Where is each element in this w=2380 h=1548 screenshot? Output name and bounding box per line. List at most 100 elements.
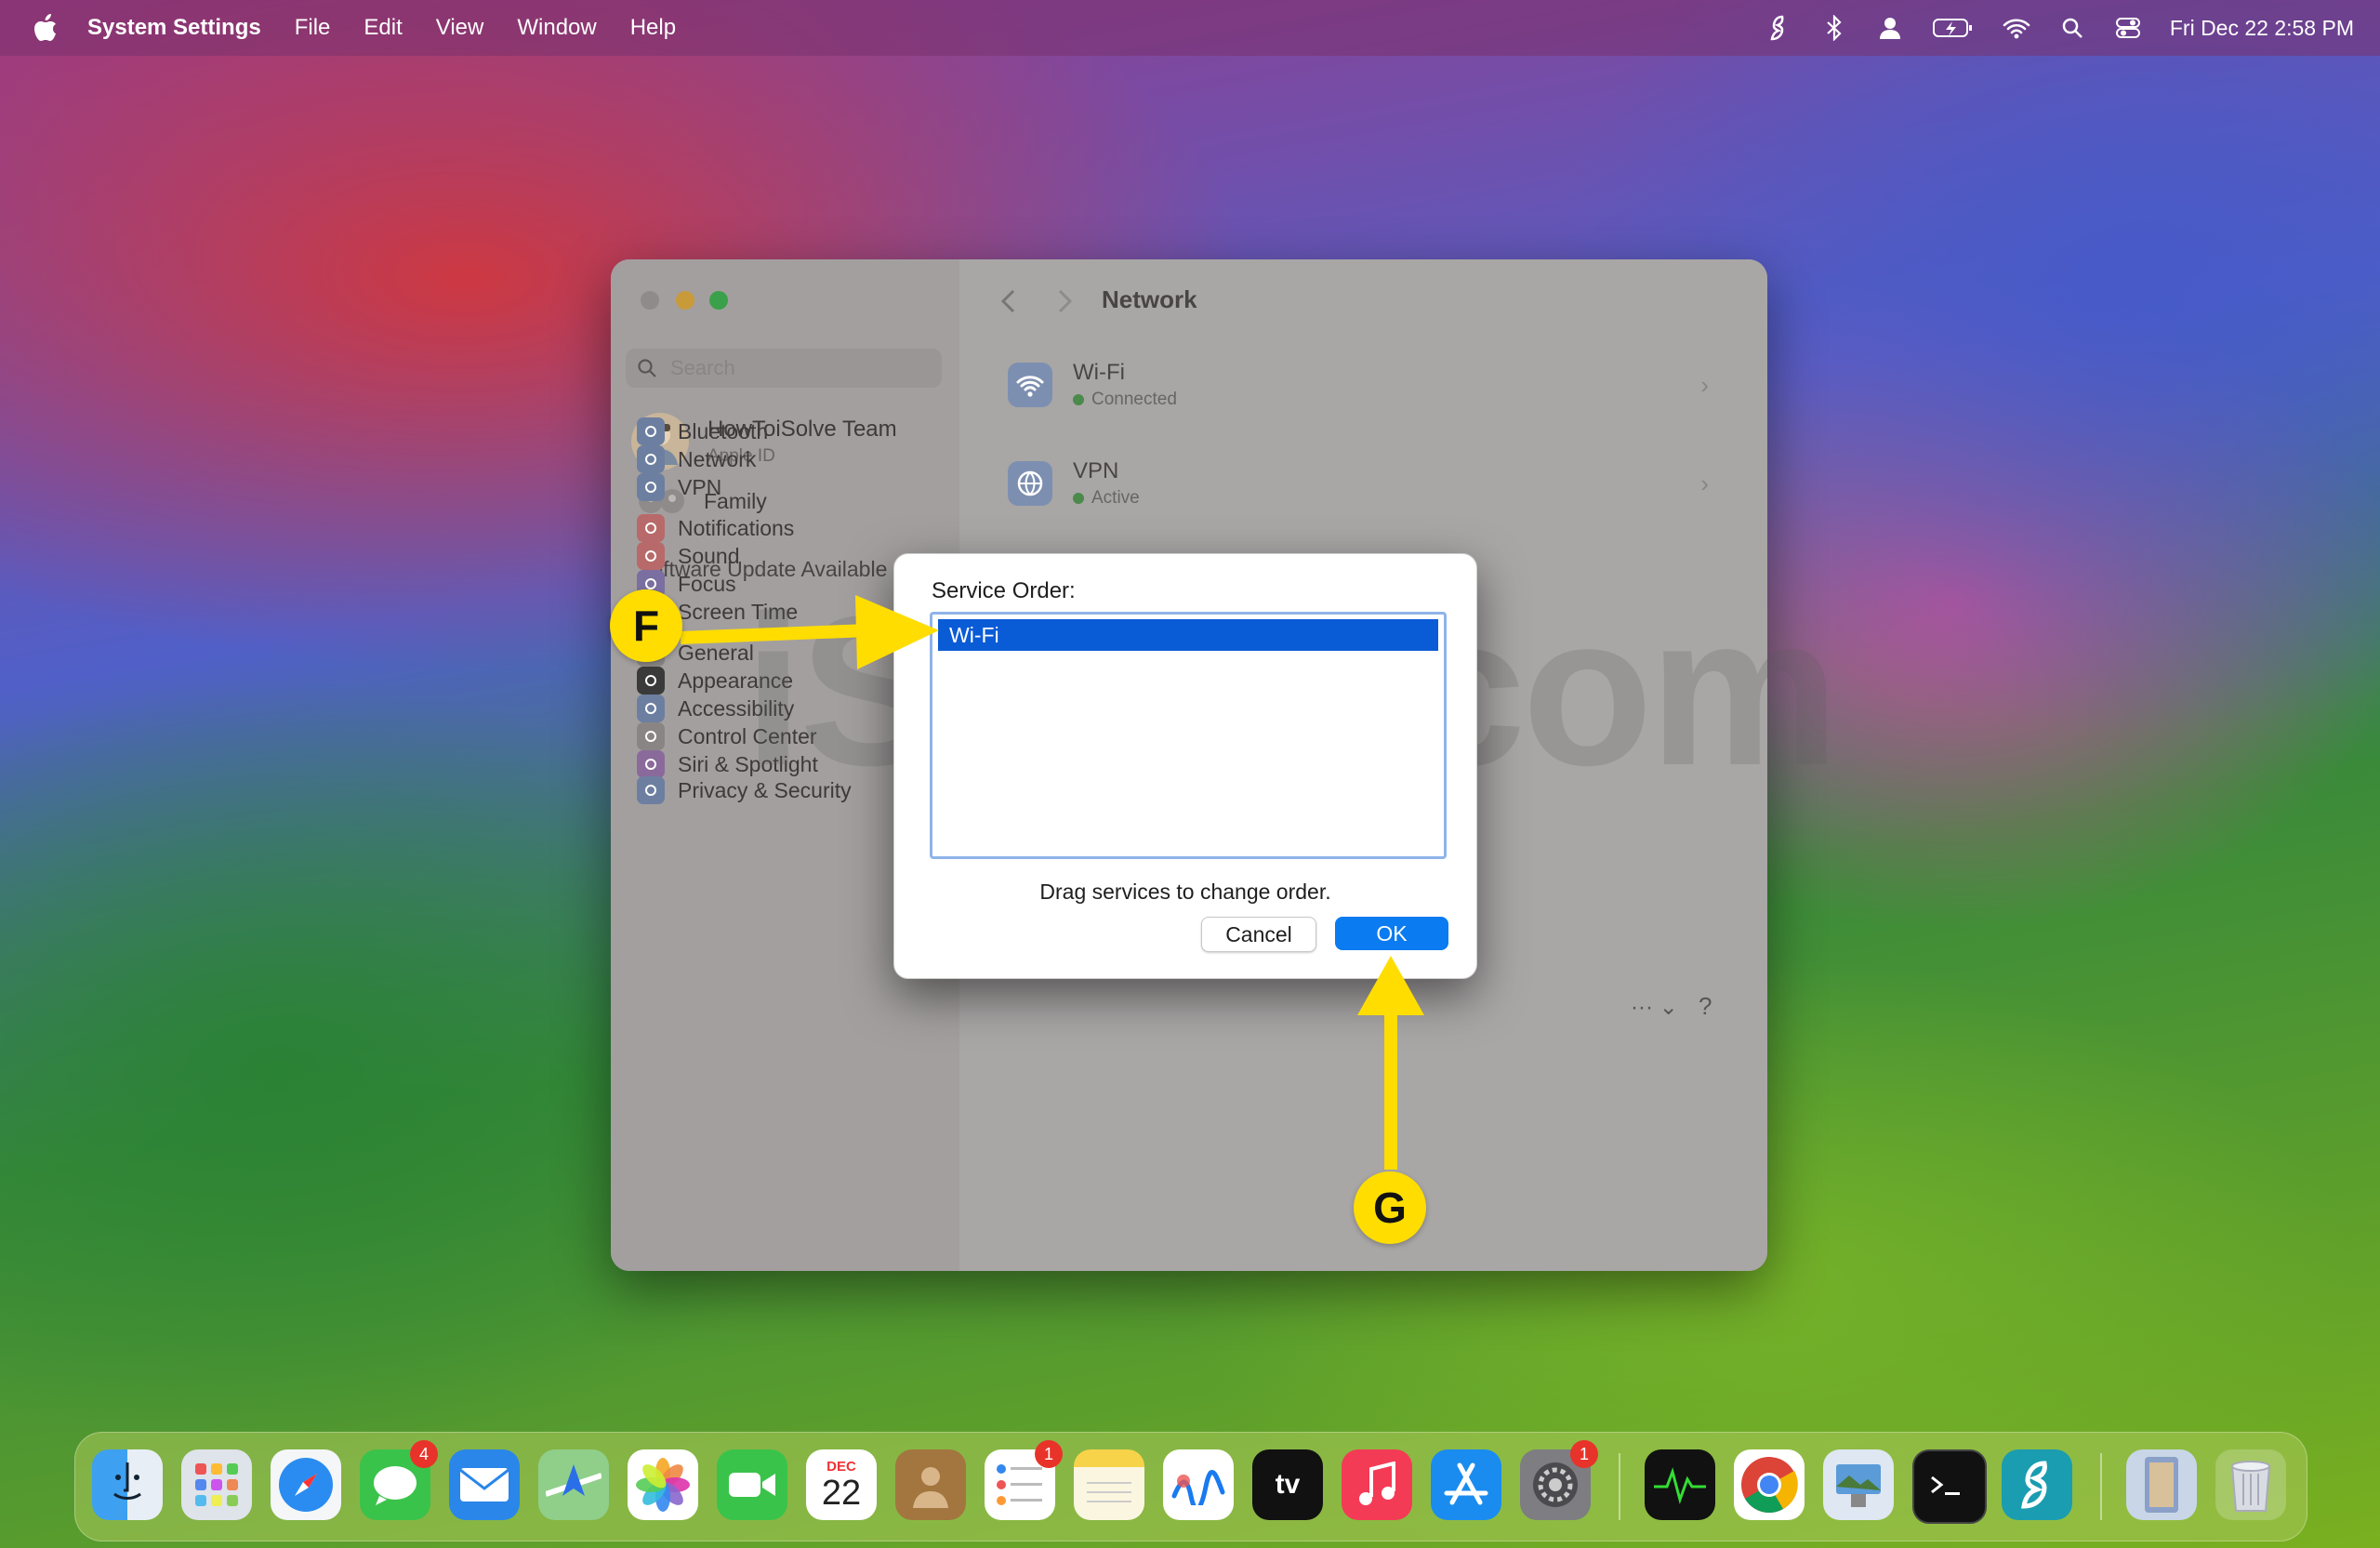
- service-list[interactable]: Wi-Fi: [930, 612, 1447, 859]
- sidebar-item-accessibility[interactable]: Accessibility: [637, 695, 794, 722]
- chrome-icon[interactable]: [1734, 1449, 1805, 1520]
- help-button[interactable]: ?: [1699, 992, 1712, 1021]
- status-text: Connected: [1091, 390, 1177, 409]
- dock-separator: [1619, 1453, 1620, 1520]
- sidebar-item-label: Focus: [678, 571, 736, 596]
- surfshark-icon[interactable]: [2002, 1449, 2072, 1520]
- menu-file[interactable]: File: [295, 15, 331, 41]
- downloads-stack-icon[interactable]: [2126, 1449, 2197, 1520]
- surfshark-status-icon[interactable]: [1765, 14, 1792, 42]
- sidebar-item-sound[interactable]: Sound: [637, 542, 740, 570]
- sidebar-item-notifications[interactable]: Notifications: [637, 514, 794, 542]
- wifi-status-icon[interactable]: [2003, 14, 2030, 42]
- network-row-label: VPN: [1073, 458, 1119, 483]
- notes-icon[interactable]: [1074, 1449, 1144, 1520]
- ok-button[interactable]: OK: [1335, 917, 1448, 950]
- activity-monitor-icon[interactable]: [1645, 1449, 1715, 1520]
- status-dot: [1073, 493, 1084, 504]
- accessibility-icon: [637, 695, 665, 722]
- music-icon[interactable]: [1342, 1449, 1412, 1520]
- apple-menu-icon[interactable]: [33, 14, 58, 42]
- sidebar-search-field[interactable]: Search: [626, 349, 942, 388]
- sidebar-item-control-center[interactable]: Control Center: [637, 722, 817, 750]
- dialog-title: Service Order:: [932, 578, 1076, 603]
- network-row-status: Active: [1073, 488, 1140, 509]
- more-actions-button[interactable]: ··· ⌄: [1631, 994, 1678, 1021]
- service-list-item-wifi[interactable]: Wi-Fi: [938, 619, 1438, 651]
- vpn-icon: [1008, 461, 1052, 506]
- sidebar-item-appearance[interactable]: Appearance: [637, 667, 793, 695]
- service-order-dialog: Service Order: Wi-Fi Drag services to ch…: [893, 553, 1477, 979]
- back-arrow-icon[interactable]: [997, 287, 1021, 315]
- facetime-icon[interactable]: [717, 1449, 787, 1520]
- minimize-window-button[interactable]: [676, 291, 694, 310]
- cancel-button[interactable]: Cancel: [1201, 917, 1316, 952]
- sidebar-item-label: Sound: [678, 543, 740, 568]
- status-dot: [1073, 394, 1084, 405]
- menu-help[interactable]: Help: [630, 15, 676, 41]
- app-store-icon[interactable]: [1431, 1449, 1501, 1520]
- speaker-icon: [637, 542, 665, 570]
- menu-view[interactable]: View: [436, 15, 484, 41]
- bluetooth-status-icon[interactable]: [1820, 14, 1848, 42]
- launchpad-icon[interactable]: [181, 1449, 252, 1520]
- page-title: Network: [1102, 285, 1197, 313]
- sidebar-item-label: Notifications: [678, 515, 795, 540]
- appearance-icon: [637, 667, 665, 695]
- sidebar-item-label: Control Center: [678, 723, 817, 748]
- dock-separator: [2100, 1453, 2102, 1520]
- contacts-icon[interactable]: [895, 1449, 966, 1520]
- control-center-icon: [637, 722, 665, 750]
- sidebar-item-label: General: [678, 640, 754, 665]
- sidebar-item-label: Network: [678, 446, 757, 471]
- freeform-icon[interactable]: [1163, 1449, 1234, 1520]
- menubar-clock[interactable]: Fri Dec 22 2:58 PM: [2170, 16, 2354, 41]
- globe-icon: [637, 445, 665, 473]
- app-name-menu[interactable]: System Settings: [87, 15, 261, 41]
- search-placeholder: Search: [670, 356, 735, 379]
- bell-icon: [637, 514, 665, 542]
- control-center-icon[interactable]: [2114, 14, 2142, 42]
- search-icon: [638, 359, 656, 377]
- maps-icon[interactable]: [538, 1449, 609, 1520]
- sidebar-item-siri-spotlight[interactable]: Siri & Spotlight: [637, 750, 818, 778]
- sidebar-item-label: Screen Time: [678, 599, 799, 624]
- spotlight-search-icon[interactable]: [2058, 14, 2086, 42]
- messages-icon[interactable]: 4: [360, 1440, 438, 1520]
- sidebar-item-label: Accessibility: [678, 695, 795, 721]
- calendar-icon[interactable]: DEC 22: [806, 1449, 877, 1520]
- sidebar-item-privacy-security[interactable]: Privacy & Security: [637, 776, 852, 804]
- apple-tv-icon[interactable]: tv: [1252, 1449, 1323, 1520]
- user-status-icon[interactable]: [1876, 14, 1904, 42]
- settings-badge: 1: [1570, 1440, 1598, 1468]
- callout-f: F: [610, 589, 682, 662]
- network-row-vpn[interactable]: VPN Active ›: [997, 442, 1722, 525]
- wifi-icon: [1008, 363, 1052, 407]
- forward-arrow-icon[interactable]: [1052, 287, 1077, 315]
- sidebar-item-bluetooth[interactable]: Bluetooth: [637, 417, 768, 445]
- safari-icon[interactable]: [271, 1449, 341, 1520]
- sidebar-item-network[interactable]: Network: [637, 445, 756, 473]
- reminders-icon[interactable]: 1: [985, 1440, 1063, 1520]
- reminders-badge: 1: [1035, 1440, 1063, 1468]
- network-row-wifi[interactable]: Wi-Fi Connected ›: [997, 343, 1722, 427]
- mail-icon[interactable]: [449, 1449, 520, 1520]
- terminal-icon[interactable]: [1912, 1449, 1987, 1524]
- battery-icon[interactable]: [1932, 14, 1975, 42]
- finder-icon[interactable]: [92, 1449, 163, 1520]
- dock: 4 DEC 22 1 tv 1: [74, 1432, 2307, 1541]
- sidebar-item-label: Siri & Spotlight: [678, 751, 818, 776]
- photos-icon[interactable]: [628, 1449, 698, 1520]
- preview-icon[interactable]: [1823, 1449, 1894, 1520]
- sidebar-item-vpn[interactable]: VPN: [637, 473, 721, 501]
- siri-icon: [637, 750, 665, 778]
- dialog-hint: Drag services to change order.: [1039, 880, 1331, 904]
- sidebar-item-label: VPN: [678, 474, 722, 499]
- bluetooth-icon: [637, 417, 665, 445]
- menu-edit[interactable]: Edit: [364, 15, 402, 41]
- menu-window[interactable]: Window: [517, 15, 596, 41]
- system-settings-dock-icon[interactable]: 1: [1520, 1440, 1598, 1520]
- close-window-button[interactable]: [641, 291, 659, 310]
- zoom-window-button[interactable]: [709, 291, 728, 310]
- trash-icon[interactable]: [2215, 1449, 2286, 1520]
